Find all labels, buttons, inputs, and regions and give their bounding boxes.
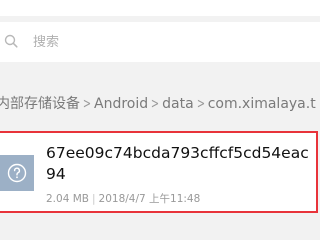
top-strip	[0, 0, 320, 16]
file-modified-date: 2018/4/7 上午11:48	[98, 193, 201, 205]
chevron-right-icon: >	[151, 96, 160, 112]
file-size: 2.04 MB	[46, 193, 89, 205]
file-list-item[interactable]: 67ee09c74bcda793cffcf5cd54eac94 2.04 MB |…	[0, 131, 318, 213]
file-thumbnail	[0, 155, 34, 191]
breadcrumb-item-internal-storage[interactable]: 内部存储设备	[0, 94, 80, 114]
breadcrumb-item-data[interactable]: data	[162, 94, 194, 114]
breadcrumb-item-package[interactable]: com.ximalaya.t	[208, 94, 316, 114]
file-name: 67ee09c74bcda793cffcf5cd54eac94	[46, 144, 309, 183]
breadcrumb: 内部存储设备 > Android > data > com.ximalaya.t	[0, 94, 320, 114]
breadcrumb-item-android[interactable]: Android	[94, 94, 148, 114]
meta-divider: |	[91, 193, 96, 205]
file-meta: 2.04 MB | 2018/4/7 上午11:48	[46, 191, 200, 206]
unknown-file-icon	[7, 163, 27, 183]
chevron-right-icon: >	[196, 96, 205, 112]
chevron-right-icon: >	[82, 96, 92, 112]
search-input[interactable]	[33, 33, 303, 51]
search-bar[interactable]	[0, 22, 320, 62]
search-icon	[4, 34, 18, 48]
